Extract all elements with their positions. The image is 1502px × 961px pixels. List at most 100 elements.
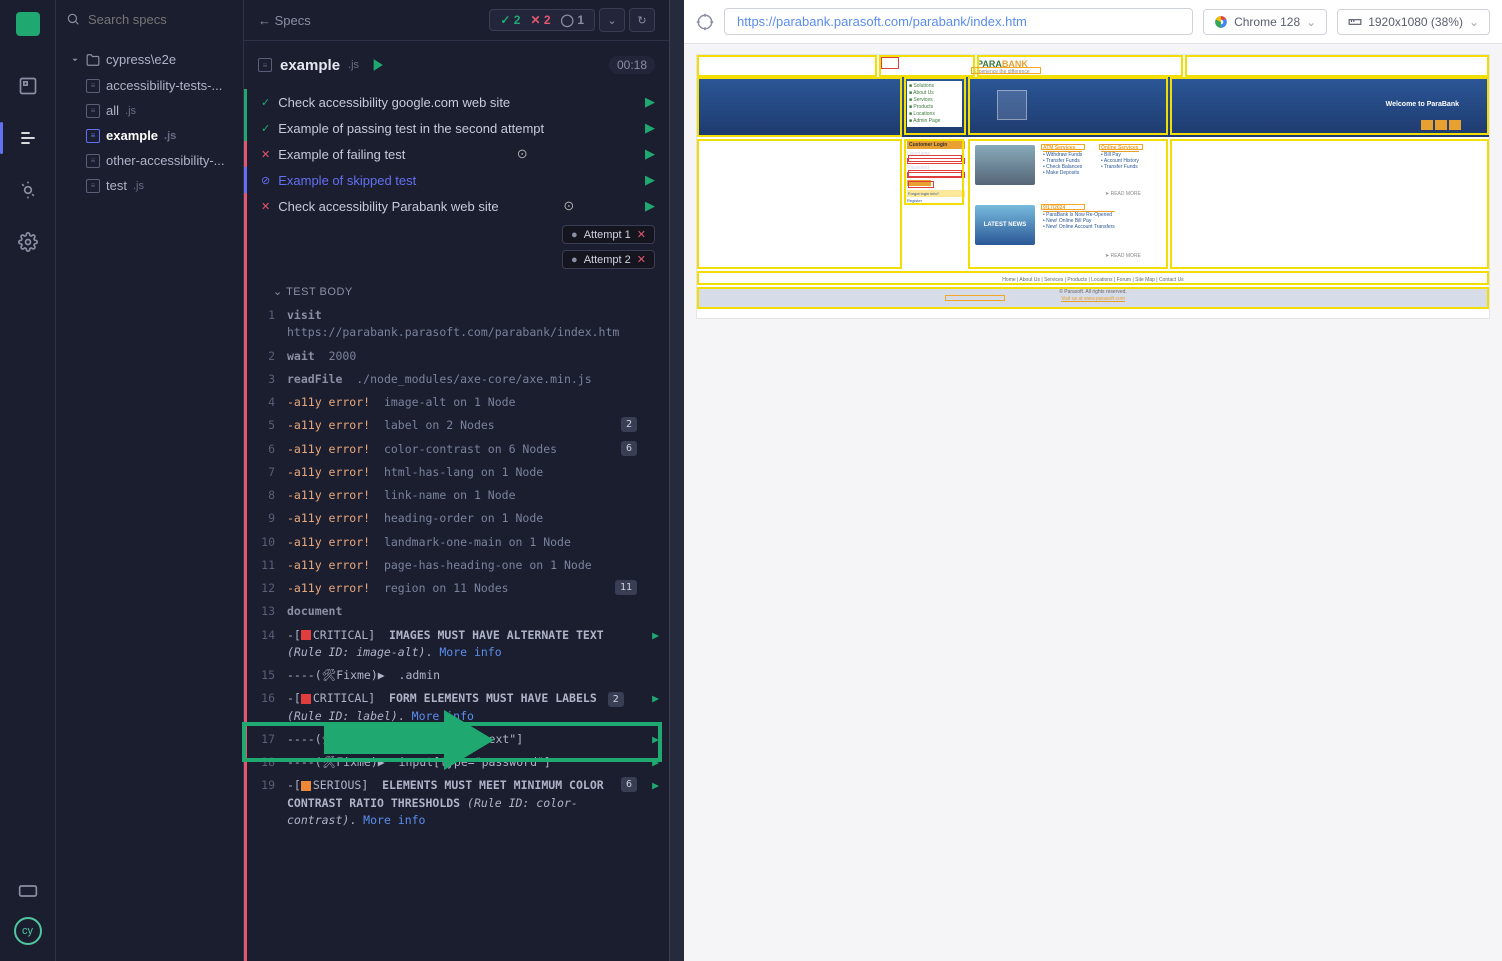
- log-line[interactable]: 6-a11y error! color-contrast on 6 Nodes6: [247, 438, 669, 461]
- settings-icon[interactable]: [18, 232, 38, 252]
- log-content: -a11y error! html-has-lang on 1 Node: [287, 464, 659, 481]
- log-line[interactable]: 12-a11y error! region on 11 Nodes11: [247, 577, 669, 600]
- log-content: -a11y error! page-has-heading-one on 1 N…: [287, 557, 659, 574]
- line-number: 13: [247, 603, 287, 620]
- spec-file-item[interactable]: ≡example.js: [56, 123, 243, 148]
- target-icon[interactable]: [696, 13, 714, 31]
- log-line[interactable]: 7-a11y error! html-has-lang on 1 Node: [247, 461, 669, 484]
- play-all-button[interactable]: [367, 55, 387, 75]
- url-bar[interactable]: https://parabank.parasoft.com/parabank/i…: [724, 8, 1193, 35]
- command-log[interactable]: 1visit https://parabank.parasoft.com/par…: [244, 304, 669, 961]
- test-title: Check accessibility google.com web site: [278, 95, 510, 110]
- stats-pill: ✓ 2 ✕ 2 ◯ 1: [489, 9, 595, 31]
- spec-duration: 00:18: [609, 56, 655, 74]
- log-line[interactable]: 10-a11y error! landmark-one-main on 1 No…: [247, 531, 669, 554]
- play-test-icon[interactable]: ▶: [645, 146, 655, 162]
- line-number: 9: [247, 510, 287, 527]
- log-line[interactable]: 5-a11y error! label on 2 Nodes2: [247, 414, 669, 437]
- folder-row[interactable]: cypress\e2e: [56, 46, 243, 73]
- search-icon: [66, 12, 80, 26]
- attempt-pill[interactable]: ●Attempt 1✕: [562, 225, 655, 244]
- count-badge: 11: [615, 580, 637, 595]
- play-test-icon[interactable]: ▶: [645, 198, 655, 214]
- pin-icon[interactable]: ▶: [652, 627, 659, 644]
- log-content: -a11y error! landmark-one-main on 1 Node: [287, 534, 659, 551]
- log-line[interactable]: 15----(🛠Fixme)▶ .admin: [247, 664, 669, 687]
- log-line[interactable]: 19-[SERIOUS] ELEMENTS MUST MEET MINIMUM …: [247, 774, 669, 832]
- line-number: 12: [247, 580, 287, 597]
- viewport-selector[interactable]: 1920x1080 (38%) ⌄: [1337, 9, 1490, 35]
- spec-file-item[interactable]: ≡all.js: [56, 98, 243, 123]
- log-content: -a11y error! label on 2 Nodes: [287, 417, 659, 434]
- test-row[interactable]: ⊘Example of skipped test▶: [244, 167, 669, 193]
- chevron-down-button[interactable]: ⌄: [599, 8, 625, 32]
- log-line[interactable]: 14-[CRITICAL] IMAGES MUST HAVE ALTERNATE…: [247, 624, 669, 665]
- attempt-pill[interactable]: ●Attempt 2✕: [562, 250, 655, 269]
- log-line[interactable]: 3readFile ./node_modules/axe-core/axe.mi…: [247, 368, 669, 391]
- log-line[interactable]: 8-a11y error! link-name on 1 Node: [247, 484, 669, 507]
- nav-rail: cy: [0, 0, 56, 961]
- line-number: 19: [247, 777, 287, 829]
- line-number: 1: [247, 307, 287, 342]
- pin-icon[interactable]: ▶: [652, 777, 659, 794]
- count-badge: 6: [621, 441, 637, 456]
- website-preview[interactable]: PARABANK Experience the difference ■ Sol…: [696, 54, 1490, 319]
- log-content: ----(🛠Fixme)▶ .admin: [287, 667, 659, 684]
- folder-icon: [86, 53, 100, 67]
- log-line[interactable]: 13document: [247, 600, 669, 623]
- spec-file-item[interactable]: ≡test.js: [56, 173, 243, 198]
- specs-back-link[interactable]: ← Specs: [258, 13, 311, 28]
- line-number: 10: [247, 534, 287, 551]
- reload-button[interactable]: ↻: [629, 8, 655, 32]
- test-row[interactable]: ✕Check accessibility Parabank web site⊙▶: [244, 193, 669, 219]
- test-title: Example of failing test: [278, 147, 405, 162]
- spec-file-item[interactable]: ≡accessibility-tests-...: [56, 73, 243, 98]
- chrome-icon: [1214, 15, 1228, 29]
- line-number: 17: [247, 731, 287, 748]
- file-icon: ≡: [86, 179, 100, 193]
- log-content: -[CRITICAL] IMAGES MUST HAVE ALTERNATE T…: [287, 627, 659, 662]
- log-content: -a11y error! image-alt on 1 Node: [287, 394, 659, 411]
- app-logo[interactable]: [16, 12, 40, 36]
- log-line[interactable]: 9-a11y error! heading-order on 1 Node: [247, 507, 669, 530]
- spec-sidebar: + cypress\e2e ≡accessibility-tests-...≡a…: [56, 0, 244, 961]
- warning-icon: ⊙: [517, 146, 528, 162]
- specs-nav-icon[interactable]: [18, 128, 38, 148]
- cypress-logo[interactable]: cy: [14, 917, 42, 945]
- count-badge: 6: [621, 777, 637, 792]
- keyboard-icon[interactable]: [18, 881, 38, 901]
- log-content: wait 2000: [287, 348, 659, 365]
- spec-file-icon: ≡: [258, 58, 272, 72]
- log-line[interactable]: 4-a11y error! image-alt on 1 Node: [247, 391, 669, 414]
- file-icon: ≡: [86, 104, 100, 118]
- search-input[interactable]: [88, 12, 264, 27]
- pin-icon[interactable]: ▶: [652, 731, 659, 748]
- log-content: -a11y error! heading-order on 1 Node: [287, 510, 659, 527]
- test-title: Check accessibility Parabank web site: [278, 199, 498, 214]
- log-line[interactable]: 2wait 2000: [247, 345, 669, 368]
- pin-icon[interactable]: ▶: [652, 690, 659, 707]
- chevron-down-icon: [70, 55, 80, 65]
- count-badge: 2: [621, 417, 637, 432]
- browser-selector[interactable]: Chrome 128 ⌄: [1203, 9, 1327, 35]
- test-title: Example of passing test in the second at…: [278, 121, 544, 136]
- play-test-icon[interactable]: ▶: [645, 120, 655, 136]
- test-row[interactable]: ✕Example of failing test⊙▶: [244, 141, 669, 167]
- line-number: 14: [247, 627, 287, 662]
- line-number: 5: [247, 417, 287, 434]
- debug-icon[interactable]: [18, 180, 38, 200]
- play-test-icon[interactable]: ▶: [645, 94, 655, 110]
- play-test-icon[interactable]: ▶: [645, 172, 655, 188]
- test-row[interactable]: ✓Check accessibility google.com web site…: [244, 89, 669, 115]
- log-content: readFile ./node_modules/axe-core/axe.min…: [287, 371, 659, 388]
- pin-icon[interactable]: ▶: [652, 754, 659, 771]
- home-icon[interactable]: [18, 76, 38, 96]
- log-line[interactable]: 1visit https://parabank.parasoft.com/par…: [247, 304, 669, 345]
- test-body-header[interactable]: ⌄ TEST BODY: [244, 275, 669, 304]
- log-line[interactable]: 11-a11y error! page-has-heading-one on 1…: [247, 554, 669, 577]
- test-row[interactable]: ✓Example of passing test in the second a…: [244, 115, 669, 141]
- spec-file-item[interactable]: ≡other-accessibility-...: [56, 148, 243, 173]
- scrollbar[interactable]: [670, 0, 684, 961]
- browser-preview: https://parabank.parasoft.com/parabank/i…: [684, 0, 1502, 961]
- line-number: 18: [247, 754, 287, 771]
